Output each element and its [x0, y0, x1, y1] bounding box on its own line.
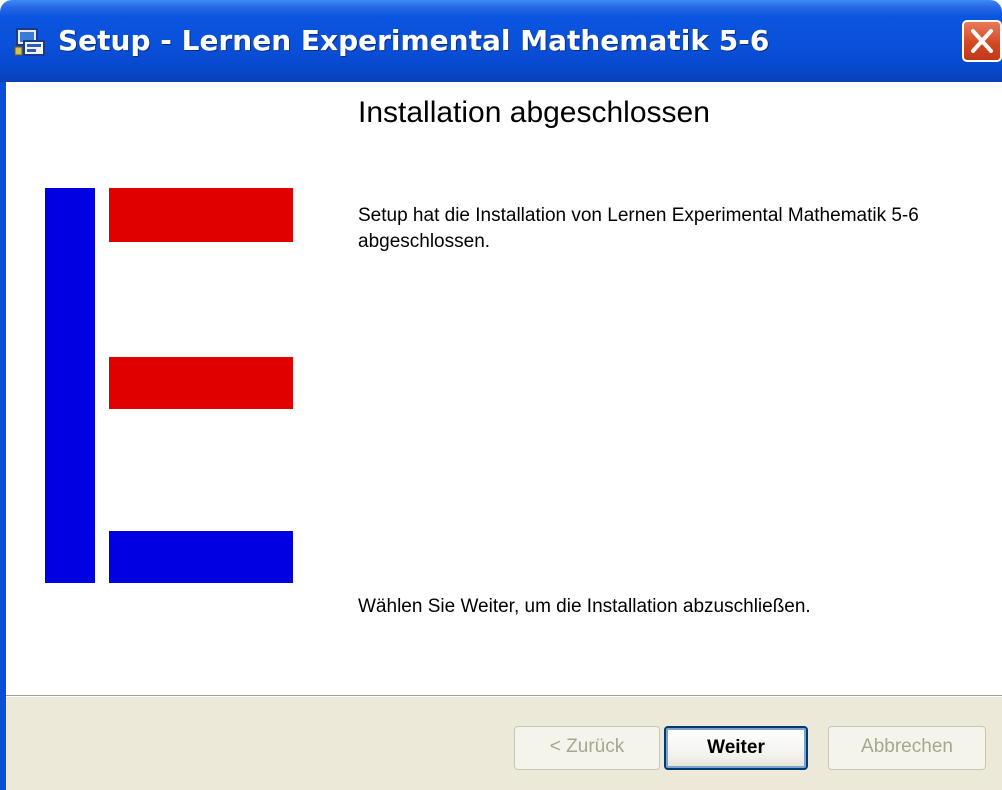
back-button[interactable]: < Zurück: [514, 726, 660, 770]
completion-message: Setup hat die Installation von Lernen Ex…: [358, 205, 919, 252]
close-icon: [971, 29, 993, 53]
logo-middle-bar: [109, 357, 293, 409]
next-button[interactable]: Weiter: [664, 726, 808, 770]
logo-top-bar: [109, 188, 293, 242]
cancel-button[interactable]: Abbrechen: [828, 726, 986, 770]
logo-bottom-bar: [109, 531, 293, 583]
logo-vertical-bar: [45, 188, 95, 583]
setup-installer-icon: [14, 27, 46, 57]
page-title: Installation abgeschlossen: [358, 96, 710, 129]
instruction-text: Wählen Sie Weiter, um die Installation a…: [358, 596, 811, 617]
window-title: Setup - Lernen Experimental Mathematik 5…: [58, 24, 770, 57]
title-bar[interactable]: Setup - Lernen Experimental Mathematik 5…: [0, 0, 1002, 82]
close-button[interactable]: [962, 20, 1002, 62]
